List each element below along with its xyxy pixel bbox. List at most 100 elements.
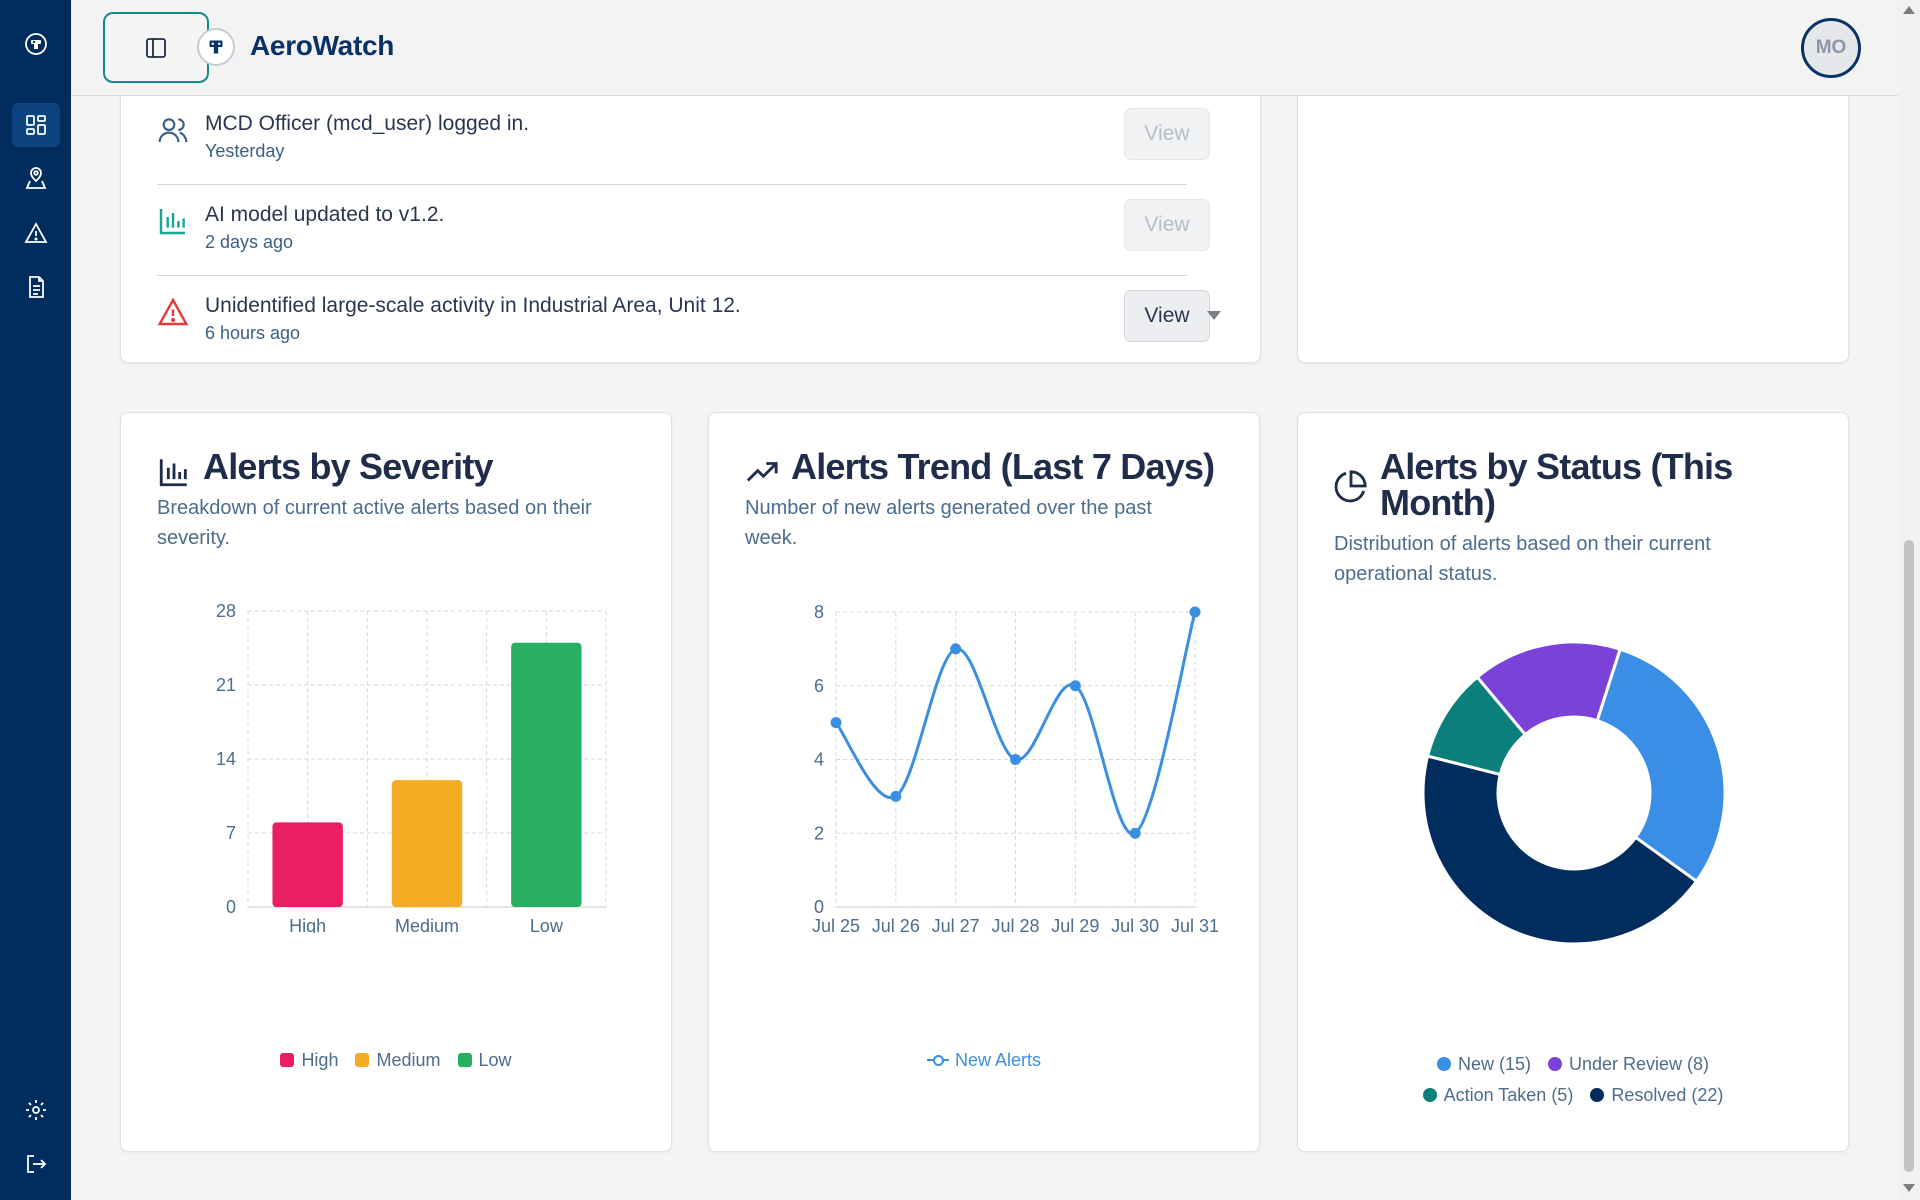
- y-tick-label: 7: [226, 823, 236, 843]
- sidebar-item-alerts[interactable]: [12, 211, 60, 255]
- logout-icon: [27, 1155, 47, 1173]
- sidebar-logo[interactable]: [12, 22, 60, 66]
- activity-item: Unidentified large-scale activity in Ind…: [157, 276, 1210, 362]
- alerts-by-status-card: Alerts by Status (This Month) Distributi…: [1297, 412, 1849, 1152]
- legend-label: Action Taken (5): [1443, 1085, 1574, 1105]
- x-tick-label: Jul 27: [932, 916, 980, 933]
- x-tick-label: Jul 28: [991, 916, 1039, 933]
- y-tick-label: 14: [216, 749, 236, 769]
- card-title: Alerts Trend (Last 7 Days): [791, 446, 1215, 487]
- card-subtitle: Breakdown of current active alerts based…: [157, 497, 592, 519]
- data-point: [950, 643, 962, 655]
- scrollbar-thumb[interactable]: [1904, 540, 1914, 1172]
- legend-item[interactable]: New Alerts: [926, 1045, 1042, 1075]
- legend-label: New (15): [1457, 1054, 1531, 1074]
- sidebar: [0, 0, 71, 1200]
- scroll-down-arrow[interactable]: [1903, 1184, 1915, 1192]
- activity-title: Unidentified large-scale activity in Ind…: [205, 294, 741, 317]
- legend-item[interactable]: Action Taken (5): [1422, 1080, 1574, 1110]
- sidebar-item-settings[interactable]: [12, 1088, 60, 1132]
- y-tick-label: 0: [226, 897, 236, 917]
- drone-logo-icon: [25, 33, 47, 55]
- x-tick-label: High: [289, 916, 326, 933]
- view-button[interactable]: View: [1124, 290, 1210, 342]
- trending-up-icon: [746, 462, 778, 482]
- sidebar-item-map[interactable]: [12, 157, 60, 201]
- card-subtitle: Distribution of alerts based on their cu…: [1334, 533, 1711, 555]
- gear-icon: [26, 1100, 46, 1120]
- activity-title: MCD Officer (mcd_user) logged in.: [205, 112, 530, 135]
- scroll-up-arrow[interactable]: [1903, 6, 1915, 14]
- data-point: [830, 717, 842, 729]
- page-scrollbar[interactable]: [1898, 0, 1920, 1200]
- view-button[interactable]: View: [1124, 199, 1210, 251]
- sidebar-item-reports[interactable]: [12, 265, 60, 309]
- y-tick-label: 8: [814, 602, 824, 622]
- x-tick-label: Jul 26: [872, 916, 920, 933]
- sidebar-item-dashboard[interactable]: [12, 103, 60, 147]
- data-point: [1069, 680, 1081, 692]
- card-title: Alerts by Severity: [203, 446, 494, 487]
- bar: [272, 822, 343, 907]
- x-tick-label: Jul 25: [812, 916, 860, 933]
- data-point: [890, 790, 902, 802]
- x-tick-label: Jul 31: [1171, 916, 1219, 933]
- legend-item[interactable]: Resolved (22): [1590, 1080, 1723, 1110]
- pie-chart-icon: [1334, 470, 1367, 503]
- brand-logo: [197, 28, 235, 66]
- scroll-down-arrow[interactable]: [1207, 311, 1221, 320]
- x-tick-label: Low: [530, 916, 564, 933]
- document-icon: [29, 276, 44, 298]
- card-title: Month): [1380, 482, 1496, 523]
- sidebar-item-logout[interactable]: [12, 1142, 60, 1186]
- severity-bar-chart: 0 7 14 21 28 High Medium Low: [216, 601, 607, 933]
- status-donut-chart: [1421, 640, 1727, 943]
- activity-time: 6 hours ago: [205, 323, 301, 343]
- bar-chart-icon: [159, 459, 187, 487]
- view-button[interactable]: View: [1124, 108, 1210, 160]
- x-tick-label: Jul 29: [1051, 916, 1099, 933]
- activity-item: AI model updated to v1.2. 2 days ago Vie…: [157, 185, 1210, 276]
- y-tick-label: 6: [814, 676, 824, 696]
- map-pin-icon: [25, 167, 47, 189]
- pie-slice: [1595, 647, 1727, 884]
- activity-title: AI model updated to v1.2.: [205, 203, 445, 226]
- legend-label: Low: [478, 1050, 512, 1070]
- drone-logo-icon: [209, 40, 223, 54]
- y-tick-label: 21: [216, 675, 236, 695]
- chart-legend: New (15) Under Review (8) Action Taken (…: [1298, 1049, 1848, 1111]
- legend-item[interactable]: Under Review (8): [1548, 1049, 1709, 1079]
- legend-label: High: [301, 1050, 339, 1070]
- legend-label: New Alerts: [954, 1050, 1042, 1070]
- panel-toggle-icon: [146, 37, 166, 58]
- user-avatar[interactable]: MO: [1801, 18, 1861, 78]
- x-tick-label: Medium: [395, 916, 459, 933]
- bar: [391, 780, 463, 907]
- dashboard-grid-icon: [26, 115, 46, 135]
- card-title: Alerts by Status (This: [1380, 446, 1733, 487]
- alerts-trend-card: Alerts Trend (Last 7 Days) Number of new…: [708, 412, 1260, 1152]
- warning-icon: [157, 297, 189, 326]
- alerts-by-severity-card: Alerts by Severity Breakdown of current …: [120, 412, 672, 1152]
- y-tick-label: 0: [814, 897, 824, 917]
- card-subtitle: operational status.: [1334, 563, 1498, 585]
- data-point: [1189, 606, 1201, 618]
- bar-chart-icon: [159, 209, 185, 235]
- brand-name: AeroWatch: [250, 30, 395, 61]
- card-subtitle: severity.: [157, 527, 230, 549]
- sidebar-toggle-button[interactable]: [103, 12, 209, 83]
- activity-item: MCD Officer (mcd_user) logged in. Yester…: [157, 94, 1210, 185]
- trend-line-chart: 0 2 4 6 8 Jul 25 Jul 26 Jul 27 Jul 28 Jul 29 Jul 3…: [812, 602, 1219, 933]
- chart-legend: High Medium Low: [121, 1045, 671, 1076]
- legend-item[interactable]: New (15): [1436, 1049, 1531, 1079]
- warning-triangle-icon: [24, 222, 48, 243]
- top-header: AeroWatch MO: [71, 0, 1898, 96]
- legend-item[interactable]: Medium: [355, 1045, 441, 1075]
- activity-time: 2 days ago: [205, 232, 294, 252]
- legend-label: Under Review (8): [1569, 1054, 1710, 1074]
- legend-item[interactable]: Low: [457, 1045, 512, 1075]
- chart-legend: New Alerts: [709, 1045, 1259, 1076]
- x-tick-label: Jul 30: [1111, 916, 1159, 933]
- card-subtitle: Number of new alerts generated over the …: [745, 497, 1152, 519]
- legend-item[interactable]: High: [280, 1045, 338, 1075]
